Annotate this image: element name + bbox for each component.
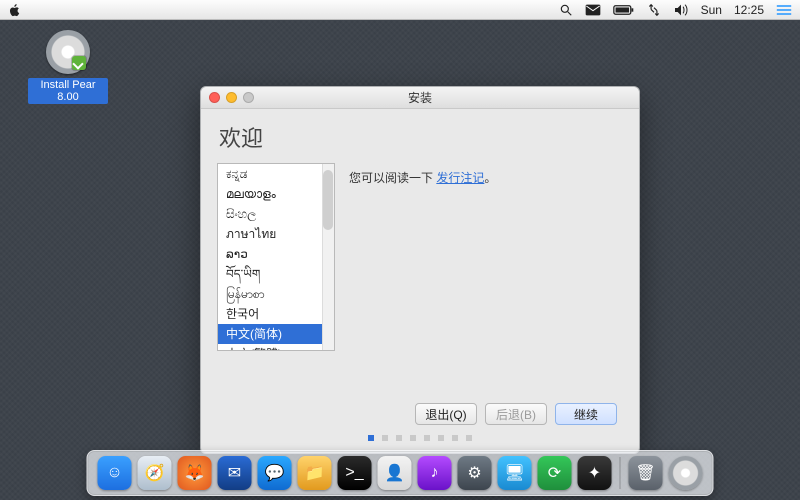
- apple-menu-icon[interactable]: [8, 3, 22, 17]
- close-button[interactable]: [209, 92, 220, 103]
- page-dot[interactable]: [438, 435, 444, 441]
- page-dot[interactable]: [424, 435, 430, 441]
- dock-app-chat[interactable]: 💬: [258, 456, 292, 490]
- titlebar[interactable]: 安装: [201, 87, 639, 109]
- continue-button[interactable]: 继续: [555, 403, 617, 425]
- battery-icon[interactable]: [613, 4, 635, 16]
- dock-disc-icon[interactable]: [669, 456, 703, 490]
- dock-app-monitor[interactable]: 🖥: [498, 456, 532, 490]
- menubar: Sun 12:25: [0, 0, 800, 20]
- desktop-installer-icon[interactable]: Install Pear 8.00: [28, 30, 108, 104]
- language-option[interactable]: 中文(简体): [218, 324, 334, 344]
- welcome-heading: 欢迎: [219, 121, 623, 153]
- language-option[interactable]: ภาษาไทย: [218, 224, 334, 244]
- dock-app-files[interactable]: 📁: [298, 456, 332, 490]
- dock-app-terminal[interactable]: >_: [338, 456, 372, 490]
- language-option[interactable]: ລາວ: [218, 244, 334, 264]
- window-title: 安装: [201, 89, 639, 106]
- desktop-icon-label: Install Pear 8.00: [28, 78, 108, 104]
- page-dot[interactable]: [382, 435, 388, 441]
- dock-app-finder[interactable]: ☺: [98, 456, 132, 490]
- page-dot[interactable]: [452, 435, 458, 441]
- volume-icon[interactable]: [673, 3, 689, 17]
- dock: ☺🧭🦊✉💬📁>_👤♪⚙🖥⟳✦ 🗑: [87, 450, 714, 496]
- language-option[interactable]: മലയാളം: [218, 184, 334, 204]
- page-dot[interactable]: [410, 435, 416, 441]
- search-icon[interactable]: [559, 3, 573, 17]
- dock-app-contacts[interactable]: 👤: [378, 456, 412, 490]
- dock-app-settings[interactable]: ⚙: [458, 456, 492, 490]
- dock-trash[interactable]: 🗑: [629, 456, 663, 490]
- clock-day[interactable]: Sun: [701, 3, 722, 17]
- minimize-button[interactable]: [226, 92, 237, 103]
- info-text: 您可以阅读一下 发行注记。: [349, 163, 623, 395]
- disc-icon: [46, 30, 90, 74]
- mail-icon[interactable]: [585, 4, 601, 16]
- page-dot[interactable]: [368, 435, 374, 441]
- language-listbox[interactable]: ಕನ್ನಡമലയാളംසිංහලภาษาไทยລາວབོད་ཡིགမြန်မာစ…: [217, 163, 335, 351]
- installer-window: 安装 欢迎 ಕನ್ನಡമലയാളംසිංහලภาษาไทยລາວབོད་ཡིགမ…: [200, 86, 640, 454]
- language-option[interactable]: မြန်မာစာ: [218, 284, 334, 304]
- dock-app-music[interactable]: ♪: [418, 456, 452, 490]
- page-dot[interactable]: [466, 435, 472, 441]
- language-option[interactable]: བོད་ཡིག: [218, 264, 334, 284]
- dock-app-update[interactable]: ⟳: [538, 456, 572, 490]
- quit-button[interactable]: 退出(Q): [415, 403, 477, 425]
- release-notes-link[interactable]: 发行注记: [436, 171, 484, 185]
- network-icon[interactable]: [647, 3, 661, 17]
- clock-time[interactable]: 12:25: [734, 3, 764, 17]
- menu-list-icon[interactable]: [776, 4, 792, 16]
- language-option[interactable]: ಕನ್ನಡ: [218, 164, 334, 184]
- language-option[interactable]: සිංහල: [218, 204, 334, 224]
- dock-app-thunderbird[interactable]: ✉: [218, 456, 252, 490]
- page-indicator: [217, 435, 623, 441]
- scrollbar-thumb[interactable]: [323, 170, 333, 230]
- dock-app-tweaks[interactable]: ✦: [578, 456, 612, 490]
- zoom-button[interactable]: [243, 92, 254, 103]
- language-option[interactable]: 中文(繁體): [218, 344, 334, 351]
- page-dot[interactable]: [396, 435, 402, 441]
- scrollbar[interactable]: [322, 164, 334, 350]
- language-option[interactable]: 한국어: [218, 304, 334, 324]
- dock-app-firefox[interactable]: 🦊: [178, 456, 212, 490]
- dock-separator: [620, 457, 621, 489]
- dock-app-safari[interactable]: 🧭: [138, 456, 172, 490]
- back-button[interactable]: 后退(B): [485, 403, 547, 425]
